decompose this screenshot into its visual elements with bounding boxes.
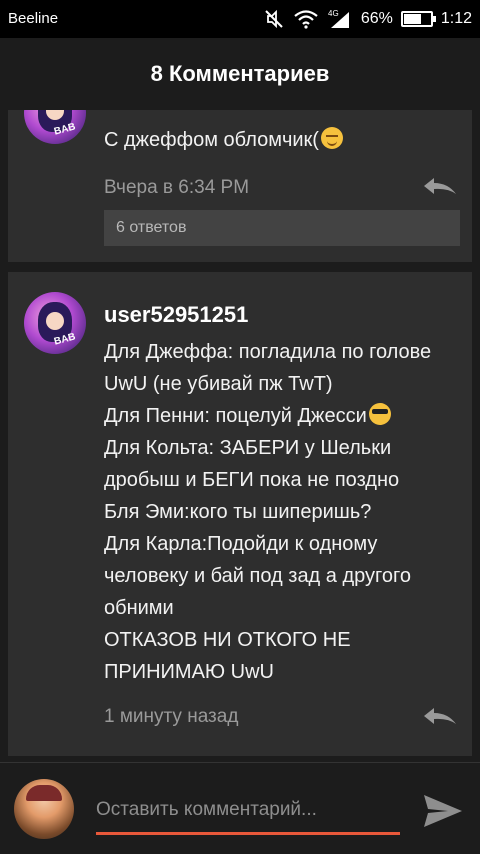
page-title: 8 Комментариев (150, 61, 330, 86)
sunglasses-emoji-icon (368, 403, 391, 425)
user-avatar[interactable]: BAB (24, 110, 86, 144)
comment-card: BAB user52951251 С джеффом обломчик( Вче… (8, 110, 472, 262)
current-user-avatar[interactable] (14, 779, 74, 839)
user-avatar[interactable]: BAB (24, 292, 86, 354)
comments-list[interactable]: BAB user52951251 С джеффом обломчик( Вче… (0, 110, 480, 762)
comment-text-line: Бля Эми:кого ты шиперишь? (104, 501, 372, 523)
smirk-emoji-icon (320, 127, 343, 149)
battery-icon (400, 11, 436, 27)
comment-text-line: ПРИНИМАЮ UwU (104, 661, 274, 683)
mute-icon (265, 9, 283, 29)
comment-username[interactable]: user52951251 (104, 110, 248, 116)
comment-text-line: Для Кольта: ЗАБЕРИ у Шельки (104, 437, 392, 459)
comment-text: С джеффом обломчик( (104, 124, 466, 156)
wifi-icon (294, 10, 318, 29)
comment-text-line: Для Джеффа: погладила по голове (104, 341, 432, 363)
comment-text-line: дробыш и БЕГИ пока не поздно (104, 469, 400, 491)
reply-arrow-icon[interactable] (422, 704, 458, 728)
header: 8 Комментариев (0, 38, 480, 110)
comment-username[interactable]: user52951251 (104, 302, 248, 328)
send-icon[interactable] (422, 791, 464, 831)
carrier-label: Beeline (8, 10, 59, 27)
signal-icon: 4G (328, 9, 349, 28)
comment-text-line: обними (104, 597, 174, 619)
view-replies-button[interactable]: 6 ответов (104, 210, 460, 246)
input-underline (96, 832, 400, 835)
status-icons: 4G 66% 1:12 (263, 6, 472, 32)
clock: 1:12 (440, 10, 472, 27)
comment-text-line: UwU (не убивай пж TwT) (104, 373, 333, 395)
comment-text-line: Для Пенни: поцелуй Джесси (104, 400, 466, 432)
status-bar: Beeline 4G 66% 1:12 (0, 0, 480, 38)
comment-card: BAB user52951251 Для Джеффа: погладила п… (8, 272, 472, 756)
comment-timestamp: 1 минуту назад (104, 706, 239, 727)
reply-arrow-icon[interactable] (422, 174, 458, 198)
battery-percent: 66% (360, 10, 393, 27)
comment-input-wrapper (96, 791, 402, 835)
network-type-label: 4G (328, 9, 339, 18)
comment-composer (0, 762, 480, 854)
comment-input[interactable] (96, 791, 402, 829)
comment-text-line: Для Карла:Подойди к одному (104, 533, 378, 555)
comment-text-line: С джеффом обломчик( (104, 129, 319, 151)
comment-text: Для Джеффа: погладила по голове UwU (не … (104, 336, 466, 688)
comment-timestamp: Вчера в 6:34 PM (104, 177, 250, 198)
comment-text-line: человеку и бай под зад а другого (104, 565, 411, 587)
battery-fill (403, 14, 421, 24)
comment-text-line: ОТКАЗОВ НИ ОТКОГО НЕ (104, 629, 351, 651)
